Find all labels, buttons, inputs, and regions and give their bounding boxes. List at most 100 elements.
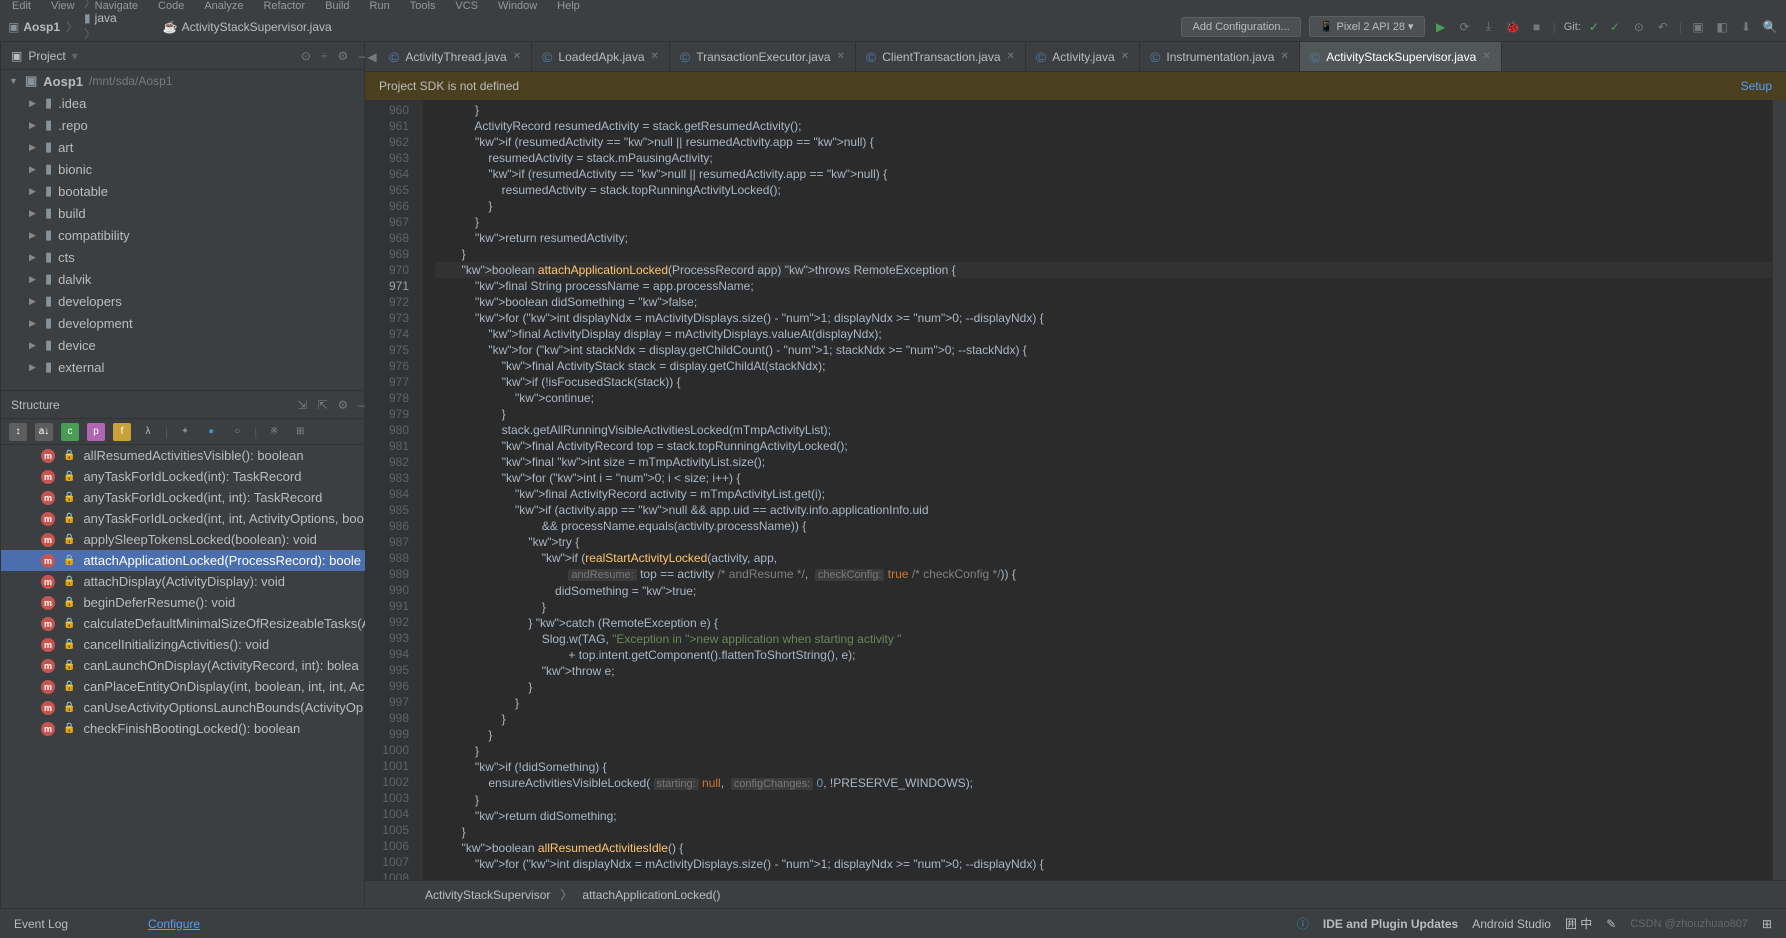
close-tab-icon[interactable]: ✕	[651, 51, 659, 62]
error-stripe[interactable]	[1772, 100, 1786, 880]
ide-update-notification[interactable]: IDE and Plugin Updates	[1323, 917, 1458, 931]
menu-view[interactable]: View	[51, 0, 75, 12]
structure-method-item[interactable]: m🔒attachApplicationLocked(ProcessRecord)…	[1, 550, 380, 571]
structure-method-item[interactable]: m🔒anyTaskForIdLocked(int, int): TaskReco…	[1, 487, 380, 508]
menu-refactor[interactable]: Refactor	[263, 0, 305, 12]
tree-folder-.repo[interactable]: ▶▮.repo	[1, 114, 380, 136]
tree-folder-bionic[interactable]: ▶▮bionic	[1, 158, 380, 180]
grid-icon[interactable]: ⊞	[1762, 917, 1772, 931]
java-file-icon: ☕	[163, 20, 178, 34]
tree-folder-.idea[interactable]: ▶▮.idea	[1, 92, 380, 114]
editor-tabs[interactable]: ◀ ©ActivityThread.java✕©LoadedApk.java✕©…	[365, 42, 1786, 72]
structure-method-item[interactable]: m🔒beginDeferResume(): void	[1, 592, 380, 613]
lock-icon: 🔒	[63, 639, 75, 650]
tree-folder-compatibility[interactable]: ▶▮compatibility	[1, 224, 380, 246]
avd-icon[interactable]: ◧	[1714, 19, 1730, 35]
menu-window[interactable]: Window	[498, 0, 537, 12]
settings-icon[interactable]: ⚙	[338, 398, 349, 412]
folder-icon: ▮	[45, 249, 52, 265]
editor-tab[interactable]: ©ActivityStackSupervisor.java✕	[1300, 42, 1502, 71]
close-tab-icon[interactable]: ✕	[1280, 51, 1288, 62]
structure-list[interactable]: m🔒allResumedActivitiesVisible(): boolean…	[1, 445, 380, 908]
debug-icon[interactable]: ⟳	[1457, 19, 1473, 35]
git-revert-icon[interactable]: ↶	[1655, 19, 1671, 35]
folder-icon: ▮	[45, 359, 52, 375]
tree-folder-developers[interactable]: ▶▮developers	[1, 290, 380, 312]
close-tab-icon[interactable]: ✕	[1482, 51, 1490, 62]
structure-method-item[interactable]: m🔒attachDisplay(ActivityDisplay): void	[1, 571, 380, 592]
watermark: CSDN @zhouzhuao807	[1630, 918, 1748, 930]
ime-icon[interactable]: ✎	[1606, 917, 1616, 931]
profile-icon[interactable]: ⤓	[1481, 19, 1497, 35]
device-selector[interactable]: 📱 Pixel 2 API 28 ▾	[1309, 16, 1425, 37]
structure-method-item[interactable]: m🔒applySleepTokensLocked(boolean): void	[1, 529, 380, 550]
menu-run[interactable]: Run	[370, 0, 390, 12]
tree-folder-dalvik[interactable]: ▶▮dalvik	[1, 268, 380, 290]
tree-folder-bootable[interactable]: ▶▮bootable	[1, 180, 380, 202]
stop-icon[interactable]: ■	[1529, 19, 1545, 35]
tree-folder-art[interactable]: ▶▮art	[1, 136, 380, 158]
menu-vcs[interactable]: VCS	[455, 0, 478, 12]
struct-collapse-icon[interactable]: ⇱	[317, 398, 327, 412]
sdk-manager-icon[interactable]: ⬇	[1738, 19, 1754, 35]
project-icon: ▣	[8, 20, 19, 34]
sync-icon[interactable]: ▣	[1690, 19, 1706, 35]
structure-toolbar[interactable]: ↕ a↓ c p f λ | ✦ ● ○ | ※ ⊞	[1, 419, 380, 445]
menu-edit[interactable]: Edit	[12, 0, 31, 12]
editor-tab[interactable]: ©LoadedApk.java✕	[532, 42, 670, 71]
structure-method-item[interactable]: m🔒cancelInitializingActivities(): void	[1, 634, 380, 655]
git-history-icon[interactable]: ⊙	[1631, 19, 1647, 35]
method-icon: m	[41, 680, 55, 694]
structure-method-item[interactable]: m🔒anyTaskForIdLocked(int): TaskRecord	[1, 466, 380, 487]
editor-tab[interactable]: ©Activity.java✕	[1026, 42, 1140, 71]
collapse-all-icon[interactable]: ⊙	[301, 49, 311, 63]
lock-icon: 🔒	[63, 681, 75, 692]
project-tree[interactable]: ▼▣Aosp1 /mnt/sda/Aosp1 ▶▮.idea▶▮.repo▶▮a…	[1, 70, 380, 390]
structure-method-item[interactable]: m🔒checkFinishBootingLocked(): boolean	[1, 718, 380, 739]
menu-navigate[interactable]: Navigate	[95, 0, 138, 12]
git-update-icon[interactable]: ✓	[1589, 20, 1599, 34]
git-commit-icon[interactable]: ✓	[1607, 19, 1623, 35]
setup-sdk-link[interactable]: Setup	[1741, 79, 1772, 93]
editor-tab[interactable]: ©Instrumentation.java✕	[1140, 42, 1300, 71]
editor-tab[interactable]: ©ActivityThread.java✕	[379, 42, 532, 71]
tree-folder-cts[interactable]: ▶▮cts	[1, 246, 380, 268]
structure-method-item[interactable]: m🔒calculateDefaultMinimalSizeOfResizeabl…	[1, 613, 380, 634]
tree-folder-development[interactable]: ▶▮development	[1, 312, 380, 334]
menu-build[interactable]: Build	[325, 0, 349, 12]
run-icon[interactable]: ▶	[1433, 19, 1449, 35]
lock-icon: 🔒	[63, 597, 75, 608]
configure-link[interactable]: Configure	[148, 917, 200, 931]
tree-folder-device[interactable]: ▶▮device	[1, 334, 380, 356]
menu-tools[interactable]: Tools	[410, 0, 436, 12]
settings-icon[interactable]: ⚙	[338, 49, 349, 63]
close-tab-icon[interactable]: ✕	[1007, 51, 1015, 62]
structure-method-item[interactable]: m🔒canPlaceEntityOnDisplay(int, boolean, …	[1, 676, 380, 697]
search-everywhere-icon[interactable]: 🔍	[1762, 19, 1778, 35]
tree-folder-external[interactable]: ▶▮external	[1, 356, 380, 378]
close-tab-icon[interactable]: ✕	[1121, 51, 1129, 62]
close-tab-icon[interactable]: ✕	[837, 51, 845, 62]
menu-help[interactable]: Help	[557, 0, 580, 12]
tree-folder-build[interactable]: ▶▮build	[1, 202, 380, 224]
structure-method-item[interactable]: m🔒canUseActivityOptionsLaunchBounds(Acti…	[1, 697, 380, 718]
event-log-button[interactable]: Event Log	[14, 917, 68, 931]
editor-breadcrumb[interactable]: ActivityStackSupervisor 〉 attachApplicat…	[365, 880, 1786, 908]
line-number-gutter[interactable]: 9609619629639649659669679689699709719729…	[365, 100, 423, 880]
attach-debugger-icon[interactable]: 🐞	[1505, 19, 1521, 35]
structure-method-item[interactable]: m🔒canLaunchOnDisplay(ActivityRecord, int…	[1, 655, 380, 676]
code-editor[interactable]: } ActivityRecord resumedActivity = stack…	[423, 100, 1772, 880]
close-tab-icon[interactable]: ✕	[513, 51, 521, 62]
lock-icon: 🔒	[63, 576, 75, 587]
ime-indicator[interactable]: 囲 中	[1565, 915, 1592, 932]
struct-expand-icon[interactable]: ⇲	[297, 398, 307, 412]
expand-icon[interactable]: ÷	[321, 49, 328, 63]
editor-tab[interactable]: ©TransactionExecutor.java✕	[670, 42, 856, 71]
tab-scroll-left-icon[interactable]: ◀	[365, 50, 379, 64]
run-configuration-dropdown[interactable]: Add Configuration...	[1181, 17, 1300, 37]
menu-code[interactable]: Code	[158, 0, 184, 12]
editor-tab[interactable]: ©ClientTransaction.java✕	[856, 42, 1026, 71]
structure-method-item[interactable]: m🔒allResumedActivitiesVisible(): boolean	[1, 445, 380, 466]
menu-analyze[interactable]: Analyze	[204, 0, 243, 12]
structure-method-item[interactable]: m🔒anyTaskForIdLocked(int, int, ActivityO…	[1, 508, 380, 529]
